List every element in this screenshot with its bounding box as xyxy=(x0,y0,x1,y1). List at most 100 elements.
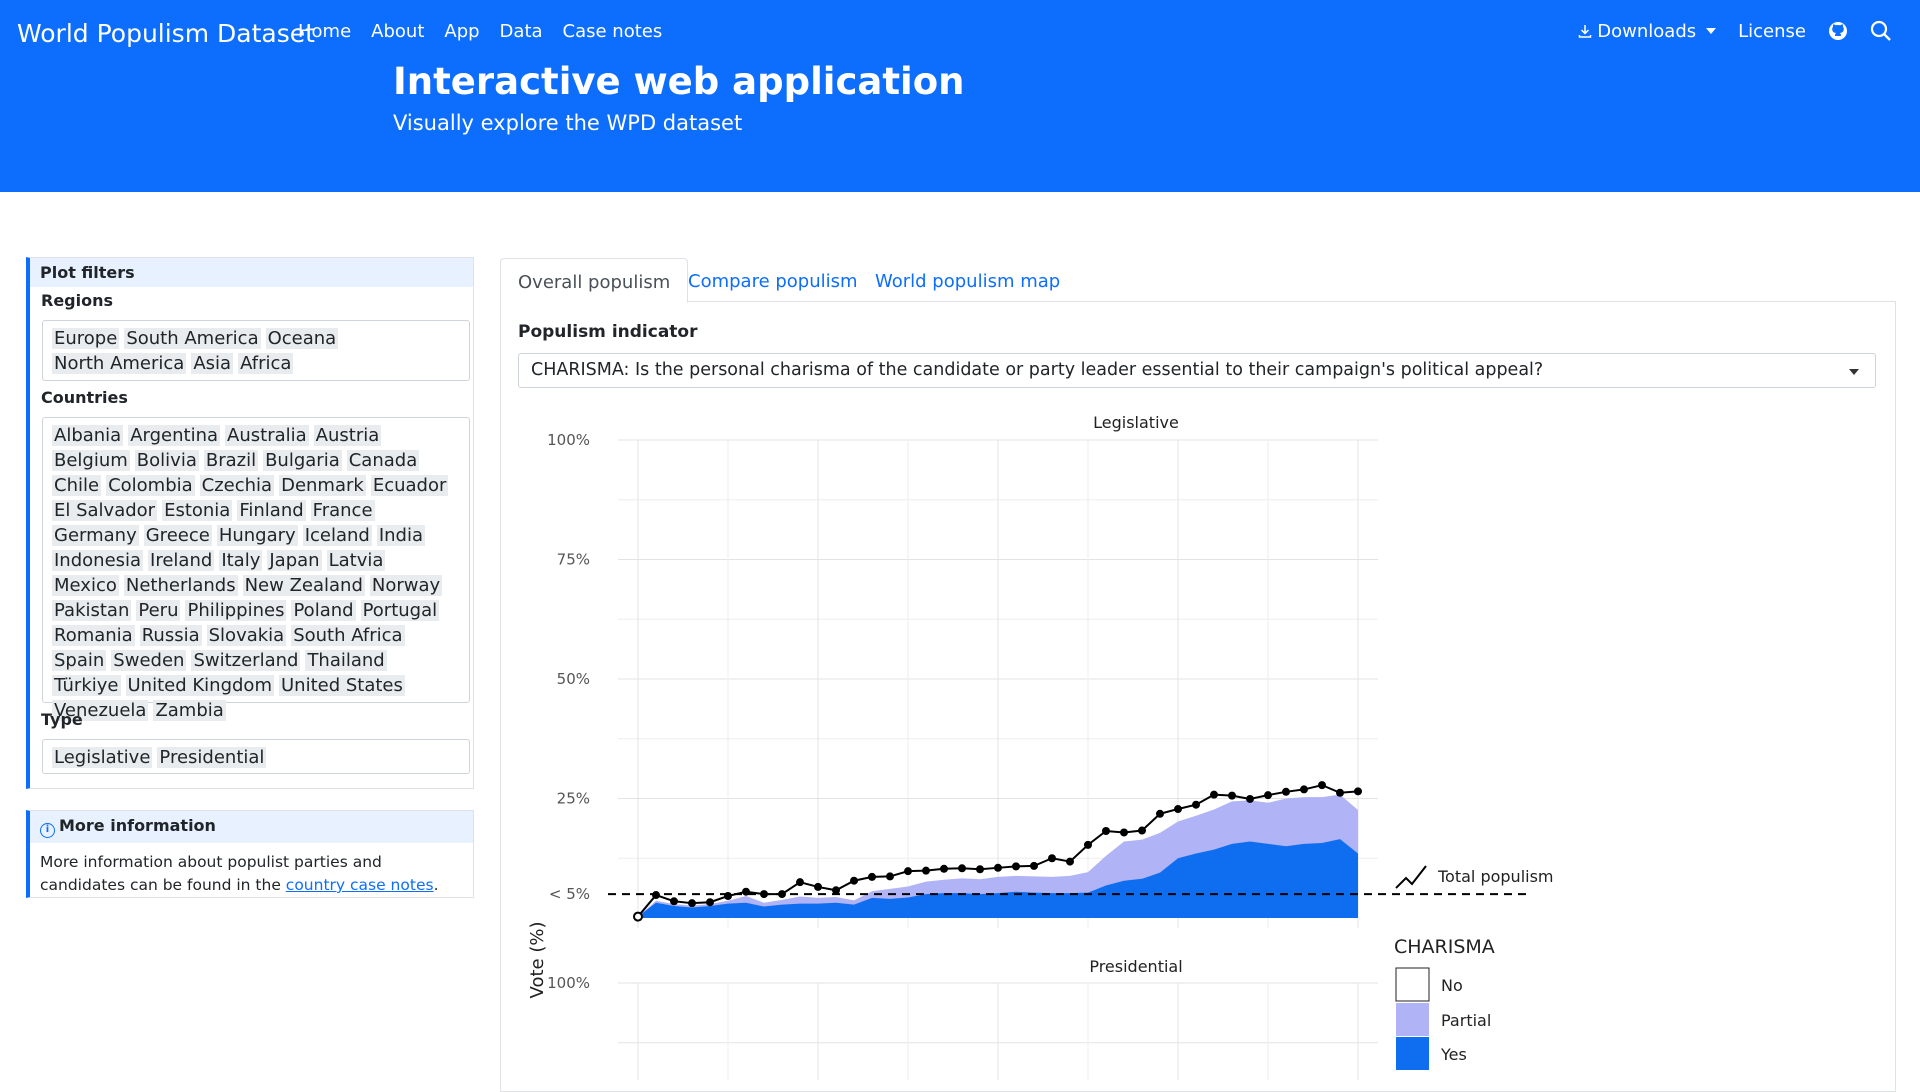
country-tag[interactable]: Czechia xyxy=(199,475,275,496)
populism-indicator-value: CHARISMA: Is the personal charisma of th… xyxy=(531,360,1544,380)
country-tag[interactable]: Japan xyxy=(267,550,322,571)
total-populism-point xyxy=(724,892,732,901)
legend-swatch-yes xyxy=(1396,1037,1429,1070)
brand-link[interactable]: World Populism Dataset xyxy=(17,19,315,48)
country-tag[interactable]: Russia xyxy=(139,625,202,646)
total-populism-point xyxy=(994,863,1002,872)
country-tag[interactable]: Italy xyxy=(219,550,263,571)
country-tag[interactable]: Estonia xyxy=(162,500,233,521)
country-tag[interactable]: Indonesia xyxy=(52,550,144,571)
country-tag[interactable]: Poland xyxy=(291,600,356,621)
country-tag[interactable]: Türkiye xyxy=(52,675,121,696)
tab-overall-populism[interactable]: Overall populism xyxy=(500,258,689,303)
y-tick-label: < 5% xyxy=(549,885,590,903)
country-tag[interactable]: Canada xyxy=(346,450,420,471)
legend-fill-title: CHARISMA xyxy=(1394,936,1495,958)
downloads-menu[interactable]: Downloads xyxy=(1577,21,1717,42)
region-tag[interactable]: Europe xyxy=(52,328,120,349)
country-tag[interactable]: Latvia xyxy=(326,550,386,571)
country-tag[interactable]: Sweden xyxy=(111,650,187,671)
search-icon[interactable] xyxy=(1870,20,1892,42)
total-populism-point xyxy=(1138,826,1146,835)
country-tag[interactable]: Hungary xyxy=(216,525,298,546)
chevron-down-icon xyxy=(1706,28,1717,34)
country-tag[interactable]: South Africa xyxy=(291,625,405,646)
country-tag[interactable]: New Zealand xyxy=(242,575,365,596)
tab-world-populism-map[interactable]: World populism map xyxy=(858,258,1077,303)
country-tag[interactable]: Belgium xyxy=(52,450,130,471)
more-information-header: i More information xyxy=(30,811,473,843)
region-tag[interactable]: North America xyxy=(52,353,187,374)
country-tag[interactable]: Romania xyxy=(52,625,135,646)
total-populism-point xyxy=(832,886,840,895)
total-populism-point xyxy=(1192,800,1200,809)
country-tag[interactable]: India xyxy=(376,525,426,546)
country-tag[interactable]: Bulgaria xyxy=(263,450,342,471)
country-tag[interactable]: Portugal xyxy=(360,600,440,621)
region-tag[interactable]: Africa xyxy=(238,353,294,374)
nav-right: Downloads License xyxy=(1577,20,1892,42)
country-tag[interactable]: Peru xyxy=(136,600,181,621)
country-tag[interactable]: Slovakia xyxy=(206,625,287,646)
country-tag[interactable]: Chile xyxy=(52,475,102,496)
total-populism-point xyxy=(1246,794,1254,803)
region-tag[interactable]: South America xyxy=(124,328,261,349)
country-tag[interactable]: Ecuador xyxy=(370,475,449,496)
total-populism-point xyxy=(1282,787,1290,796)
country-tag[interactable]: United States xyxy=(278,675,405,696)
country-tag[interactable]: Iceland xyxy=(302,525,372,546)
nav-app[interactable]: App xyxy=(444,21,479,42)
country-tag[interactable]: Denmark xyxy=(279,475,366,496)
regions-select[interactable]: Europe South America Oceana North America As… xyxy=(42,320,470,381)
country-tag[interactable]: Albania xyxy=(52,425,124,446)
country-tag[interactable]: Ireland xyxy=(148,550,215,571)
country-tag[interactable]: El Salvador xyxy=(52,500,158,521)
more-information-text: More information about populist parties … xyxy=(30,843,473,905)
populism-area-chart: Legislative Presidential Vote (%) 100% 75… xyxy=(527,413,1554,1080)
populism-indicator-select[interactable]: CHARISMA: Is the personal charisma of th… xyxy=(518,353,1876,388)
type-select[interactable]: Legislative Presidential xyxy=(42,739,470,774)
country-tag[interactable]: Australia xyxy=(225,425,309,446)
country-tag[interactable]: Greece xyxy=(143,525,212,546)
country-tag[interactable]: Bolivia xyxy=(134,450,199,471)
country-case-notes-link[interactable]: country case notes xyxy=(286,876,434,894)
country-tag[interactable]: Spain xyxy=(52,650,107,671)
total-populism-point xyxy=(814,882,822,891)
y-tick-label-presidential: 100% xyxy=(547,974,590,992)
tab-compare-populism[interactable]: Compare populism xyxy=(671,258,875,303)
region-tag[interactable]: Asia xyxy=(191,353,234,374)
nav-license[interactable]: License xyxy=(1738,21,1806,42)
type-label: Type xyxy=(41,710,83,729)
countries-select[interactable]: Albania Argentina Australia AustriaBelgium B… xyxy=(42,417,470,721)
country-tag[interactable]: Germany xyxy=(52,525,139,546)
nav-case-notes[interactable]: Case notes xyxy=(563,21,663,42)
type-tag[interactable]: Presidential xyxy=(157,747,267,768)
total-populism-point xyxy=(1102,827,1110,836)
country-tag[interactable]: France xyxy=(310,500,375,521)
main-nav: Home About App Data Case notes xyxy=(298,21,682,42)
more-info-text-after: . xyxy=(433,876,439,894)
country-tag[interactable]: Austria xyxy=(313,425,382,446)
region-tag[interactable]: Oceana xyxy=(265,328,339,349)
country-tag[interactable]: Netherlands xyxy=(123,575,238,596)
type-tag[interactable]: Legislative xyxy=(52,747,153,768)
country-tag[interactable]: Pakistan xyxy=(52,600,132,621)
country-tag[interactable]: Finland xyxy=(237,500,306,521)
nav-about[interactable]: About xyxy=(371,21,424,42)
country-tag[interactable]: Colombia xyxy=(106,475,195,496)
country-tag[interactable]: Argentina xyxy=(128,425,221,446)
more-information-card: i More information More information about… xyxy=(26,810,474,898)
country-tag[interactable]: United Kingdom xyxy=(125,675,274,696)
country-tag[interactable]: Mexico xyxy=(52,575,119,596)
total-populism-point xyxy=(1048,854,1056,863)
github-icon[interactable] xyxy=(1828,21,1848,41)
country-tag[interactable]: Switzerland xyxy=(191,650,301,671)
nav-data[interactable]: Data xyxy=(500,21,543,42)
country-tag[interactable]: Philippines xyxy=(185,600,287,621)
nav-home[interactable]: Home xyxy=(298,21,351,42)
country-tag[interactable]: Brazil xyxy=(203,450,259,471)
total-populism-point xyxy=(1120,828,1128,837)
country-tag[interactable]: Zambia xyxy=(153,700,226,721)
country-tag[interactable]: Thailand xyxy=(305,650,387,671)
country-tag[interactable]: Norway xyxy=(369,575,443,596)
